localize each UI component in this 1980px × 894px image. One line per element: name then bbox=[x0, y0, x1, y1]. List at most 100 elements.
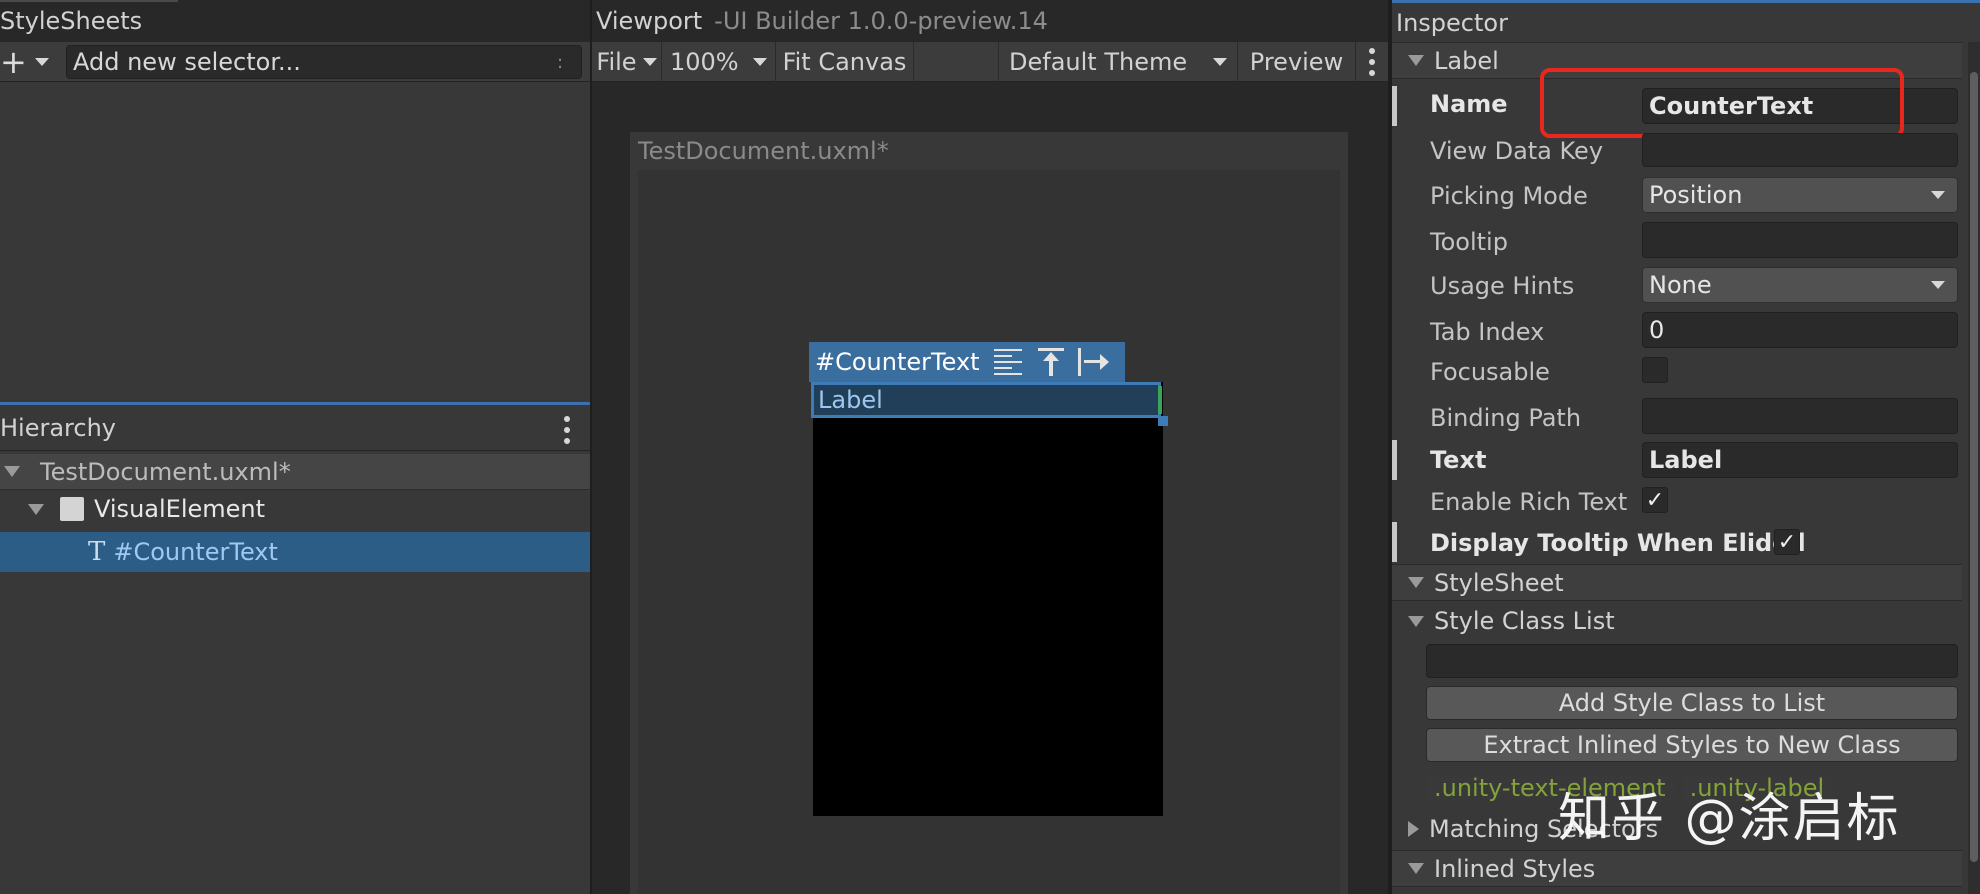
focusable-label: Focusable bbox=[1430, 358, 1550, 386]
viewport-panel: Viewport -UI Builder 1.0.0-preview.14 Fi… bbox=[592, 0, 1388, 894]
zoom-value: 100% bbox=[670, 48, 739, 76]
name-label: Name bbox=[1430, 90, 1508, 118]
inlined-styles-title: Inlined Styles bbox=[1434, 854, 1596, 883]
zoom-dropdown[interactable]: 100% bbox=[662, 42, 776, 82]
hierarchy-countertext-row[interactable]: T #CounterText bbox=[0, 532, 590, 572]
add-selector-input[interactable]: Add new selector... bbox=[66, 45, 582, 79]
canvas-header[interactable]: TestDocument.uxml* bbox=[630, 132, 1348, 170]
watermark-text: 知乎 @涂启标 bbox=[1558, 789, 1901, 849]
canvas-title: TestDocument.uxml* bbox=[638, 137, 889, 165]
chevron-down-icon bbox=[1931, 191, 1945, 199]
expand-arrow-icon[interactable] bbox=[28, 503, 44, 515]
usage-hints-dropdown[interactable]: None bbox=[1642, 267, 1958, 303]
hierarchy-document-row[interactable]: TestDocument.uxml* bbox=[0, 454, 590, 490]
text-input[interactable]: Label bbox=[1642, 442, 1958, 478]
chevron-down-icon bbox=[1213, 58, 1227, 66]
viewport-tab[interactable]: Viewport -UI Builder 1.0.0-preview.14 bbox=[592, 0, 1388, 42]
watermark: 知乎 @涂启标 bbox=[1558, 776, 1901, 851]
chevron-down-icon bbox=[1931, 281, 1945, 289]
tab-index-value: 0 bbox=[1649, 316, 1665, 344]
hierarchy-panel: Hierarchy TestDocument.uxml* VisualEleme… bbox=[0, 402, 590, 894]
selection-toolbar[interactable]: #CounterText bbox=[809, 342, 1125, 382]
hierarchy-menu-icon[interactable] bbox=[558, 416, 576, 444]
selection-name: #CounterText bbox=[815, 348, 980, 376]
selected-label-element[interactable]: Label bbox=[811, 382, 1161, 418]
style-class-input[interactable] bbox=[1426, 644, 1958, 678]
display-tooltip-label: Display Tooltip When Elided bbox=[1430, 529, 1806, 557]
picking-mode-value: Position bbox=[1649, 181, 1743, 209]
inspector-scrollbar[interactable] bbox=[1968, 42, 1980, 894]
extract-inlined-styles-label: Extract Inlined Styles to New Class bbox=[1483, 731, 1901, 759]
binding-path-input[interactable] bbox=[1642, 398, 1958, 434]
extract-inlined-styles-button[interactable]: Extract Inlined Styles to New Class bbox=[1426, 728, 1958, 762]
selector-options-icon[interactable]: : bbox=[540, 45, 580, 79]
label-section-title: Label bbox=[1434, 46, 1499, 75]
hierarchy-countertext-label: #CounterText bbox=[113, 538, 278, 566]
add-style-class-button[interactable]: Add Style Class to List bbox=[1426, 686, 1958, 720]
expand-arrow-icon bbox=[1408, 577, 1424, 588]
stylesheet-section-title: StyleSheet bbox=[1434, 568, 1564, 597]
preview-toggle[interactable]: Preview bbox=[1238, 42, 1356, 82]
tab-index-label: Tab Index bbox=[1430, 318, 1545, 346]
enable-rich-text-checkbox[interactable]: ✓ bbox=[1642, 487, 1668, 513]
add-stylesheet-button[interactable]: + bbox=[0, 42, 60, 82]
inspector-header[interactable]: Inspector bbox=[1392, 3, 1980, 42]
resize-handle-right[interactable] bbox=[1158, 386, 1162, 414]
chevron-down-icon bbox=[34, 58, 49, 66]
expand-arrow-icon bbox=[1408, 615, 1424, 627]
theme-dropdown[interactable]: Default Theme bbox=[998, 42, 1238, 82]
scrollbar-thumb[interactable] bbox=[1970, 72, 1978, 862]
hierarchy-visualelement-label: VisualElement bbox=[94, 495, 266, 523]
view-data-key-label: View Data Key bbox=[1430, 137, 1604, 165]
binding-path-label: Binding Path bbox=[1430, 404, 1582, 432]
collapse-arrow-icon bbox=[1408, 821, 1419, 837]
override-indicator bbox=[1392, 440, 1397, 480]
fit-canvas-label: Fit Canvas bbox=[782, 48, 907, 76]
focusable-checkbox[interactable] bbox=[1642, 357, 1668, 383]
stylesheets-panel: StyleSheets + Add new selector... : bbox=[0, 0, 590, 402]
viewport-menu-icon[interactable] bbox=[1364, 48, 1380, 76]
text-element-icon: T bbox=[88, 537, 106, 567]
chevron-down-icon bbox=[642, 58, 657, 66]
stylesheets-tab-underline bbox=[0, 0, 178, 2]
resize-handle-corner[interactable] bbox=[1158, 416, 1168, 426]
stretch-horizontal-icon[interactable] bbox=[1077, 348, 1110, 376]
picking-mode-label: Picking Mode bbox=[1430, 182, 1588, 210]
theme-value: Default Theme bbox=[1009, 48, 1188, 76]
style-class-list-header[interactable]: Style Class List bbox=[1408, 604, 1615, 638]
tooltip-input[interactable] bbox=[1642, 222, 1958, 258]
override-indicator bbox=[1392, 86, 1397, 126]
display-tooltip-checkbox[interactable]: ✓ bbox=[1774, 529, 1800, 555]
hierarchy-title: Hierarchy bbox=[0, 413, 117, 442]
visualelement-icon bbox=[60, 497, 84, 521]
highlight-annotation-box bbox=[1540, 68, 1904, 138]
usage-hints-value: None bbox=[1649, 271, 1712, 299]
tab-index-input[interactable]: 0 bbox=[1642, 312, 1958, 348]
hierarchy-document-label: TestDocument.uxml* bbox=[40, 457, 291, 486]
enable-rich-text-label: Enable Rich Text bbox=[1430, 488, 1628, 516]
view-data-key-input[interactable] bbox=[1642, 133, 1958, 167]
checkmark-icon: ✓ bbox=[1645, 487, 1665, 513]
expand-arrow-icon bbox=[1408, 55, 1424, 66]
align-left-icon[interactable] bbox=[993, 349, 1022, 375]
expand-arrow-icon[interactable] bbox=[4, 466, 20, 477]
picking-mode-dropdown[interactable]: Position bbox=[1642, 177, 1958, 213]
override-indicator bbox=[1392, 522, 1397, 562]
stylesheet-foldout-header[interactable]: StyleSheet bbox=[1392, 564, 1962, 601]
fit-canvas-button[interactable]: Fit Canvas bbox=[776, 42, 914, 82]
viewport-subtitle: -UI Builder 1.0.0-preview.14 bbox=[714, 7, 1048, 35]
text-value: Label bbox=[1649, 446, 1723, 474]
add-selector-placeholder: Add new selector... bbox=[73, 48, 301, 76]
inspector-panel: Inspector Label Name CounterText View Da… bbox=[1392, 0, 1980, 894]
inspector-title: Inspector bbox=[1396, 8, 1508, 37]
file-menu-button[interactable]: File bbox=[592, 42, 662, 82]
hierarchy-header: Hierarchy bbox=[0, 405, 590, 451]
hierarchy-visualelement-row[interactable]: VisualElement bbox=[0, 490, 590, 528]
file-menu-label: File bbox=[596, 48, 637, 76]
preview-element-body[interactable] bbox=[813, 382, 1163, 816]
stylesheets-title: StyleSheets bbox=[0, 7, 143, 35]
inlined-styles-foldout-header[interactable]: Inlined Styles bbox=[1392, 850, 1962, 887]
align-top-icon[interactable] bbox=[1037, 348, 1064, 376]
stylesheets-tab[interactable]: StyleSheets bbox=[0, 0, 590, 42]
plus-icon: + bbox=[0, 43, 27, 81]
